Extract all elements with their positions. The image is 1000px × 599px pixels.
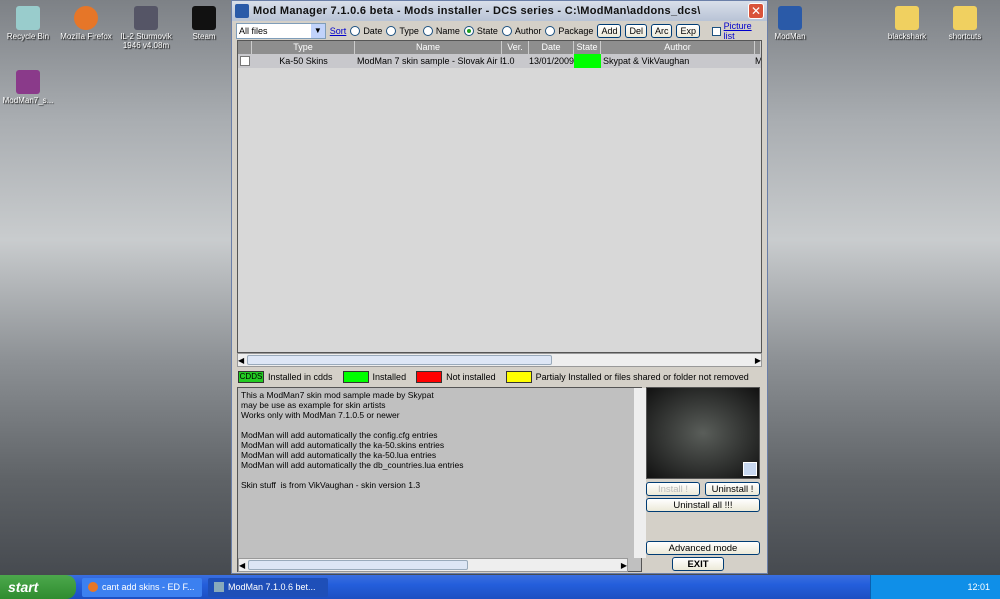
enlarge-icon[interactable] — [743, 462, 757, 476]
modman-icon — [214, 582, 224, 592]
legend-label: Not installed — [446, 372, 496, 382]
uninstall-all-button[interactable]: Uninstall all !!! — [646, 498, 760, 512]
cell-extra: Mo — [755, 54, 761, 68]
radio-state[interactable]: State — [463, 26, 498, 36]
toolbar: All files ▼ Sort Date Type Name State Aut… — [236, 21, 763, 41]
add-button[interactable]: Add — [597, 24, 622, 38]
legend-label: Installed in cdds — [268, 372, 333, 382]
row-checkbox[interactable] — [240, 56, 250, 66]
legend-swatch-cdds: CDDS — [238, 371, 264, 383]
mod-manager-window: Mod Manager 7.1.0.6 beta - Mods installe… — [231, 0, 768, 574]
radio-date[interactable]: Date — [350, 26, 382, 36]
col-name[interactable]: Name — [355, 41, 502, 54]
table-header: Type Name Ver. Date State Author — [238, 41, 761, 54]
folder-icon — [895, 6, 919, 30]
firefox-icon — [74, 6, 98, 30]
firefox-icon — [88, 582, 98, 592]
install-button[interactable]: Install ! — [646, 482, 700, 496]
modman-icon — [778, 6, 802, 30]
folder-icon — [953, 6, 977, 30]
close-button[interactable]: ✕ — [748, 3, 764, 19]
uninstall-button[interactable]: Uninstall ! — [705, 482, 760, 496]
exit-button[interactable]: EXIT — [672, 557, 724, 571]
radio-type[interactable]: Type — [386, 26, 419, 36]
mods-table: Type Name Ver. Date State Author Ka-50 S… — [237, 40, 762, 353]
description-text: This a ModMan7 skin mod sample made by S… — [241, 390, 464, 490]
filter-select[interactable]: All files ▼ — [236, 23, 326, 39]
taskbar-item-firefox[interactable]: cant add skins - ED F... — [82, 577, 202, 597]
desktop-icon-blackshark[interactable]: blackshark — [874, 2, 940, 41]
legend-swatch-partial — [505, 371, 532, 383]
radio-name[interactable]: Name — [422, 26, 460, 36]
recycle-bin-icon — [16, 6, 40, 30]
system-tray: 12:01 — [870, 575, 1000, 599]
description-horizontal-scrollbar[interactable]: ◀ ▶ — [238, 558, 628, 572]
desktop-icon-steam[interactable]: Steam — [171, 2, 237, 41]
clock[interactable]: 12:01 — [967, 582, 990, 592]
desktop-icon-il2[interactable]: IL-2 Sturmovik 1946 v4.08m — [113, 2, 179, 50]
legend-label: Partialy Installed or files shared or fo… — [535, 372, 749, 382]
window-title: Mod Manager 7.1.0.6 beta - Mods installe… — [253, 5, 701, 17]
advanced-mode-button[interactable]: Advanced mode — [646, 541, 760, 555]
desktop-icon-modman-archive[interactable]: ModMan7_s... — [0, 66, 61, 105]
radio-author[interactable]: Author — [501, 26, 541, 36]
radio-package[interactable]: Package — [545, 26, 593, 36]
mod-preview-image[interactable] — [646, 387, 760, 479]
picture-list-checkbox[interactable]: Picture list — [711, 21, 763, 41]
il2-icon — [134, 6, 158, 30]
filter-value: All files — [239, 26, 268, 36]
steam-icon — [192, 6, 216, 30]
taskbar: start cant add skins - ED F... ModMan 7.… — [0, 575, 1000, 599]
archive-icon — [16, 70, 40, 94]
cell-ver: 1.0 — [502, 56, 515, 66]
description-textarea[interactable]: This a ModMan7 skin mod sample made by S… — [237, 387, 646, 572]
col-state[interactable]: State — [574, 41, 601, 54]
title-bar[interactable]: Mod Manager 7.1.0.6 beta - Mods installe… — [232, 1, 767, 21]
start-button[interactable]: start — [0, 575, 76, 599]
exp-button[interactable]: Exp — [676, 24, 700, 38]
legend-swatch-not-installed — [416, 371, 443, 383]
picture-list-label: Picture list — [723, 21, 752, 41]
desktop-icon-recycle-bin[interactable]: Recycle Bin — [0, 2, 61, 41]
col-ver[interactable]: Ver. — [502, 41, 529, 54]
arc-button[interactable]: Arc — [650, 24, 673, 38]
state-legend: CDDS Installed in cdds Installed Not inst… — [238, 371, 749, 383]
table-row[interactable]: Ka-50 Skins ModMan 7 skin sample - Slova… — [238, 54, 761, 68]
desktop-icon-shortcuts[interactable]: shortcuts — [932, 2, 998, 41]
desktop-icon-firefox[interactable]: Mozilla Firefox — [53, 2, 119, 41]
cell-author: Skypat & VikVaughan — [603, 56, 690, 66]
app-icon — [235, 4, 249, 18]
col-author[interactable]: Author — [601, 41, 755, 54]
description-vertical-scrollbar[interactable] — [634, 388, 646, 558]
cell-name: ModMan 7 skin sample - Slovak Air Forc — [357, 56, 502, 66]
cell-date: 13/01/2009 — [529, 56, 574, 66]
del-button[interactable]: Del — [625, 24, 647, 38]
chevron-down-icon: ▼ — [310, 24, 325, 38]
legend-swatch-installed — [342, 371, 369, 383]
taskbar-item-modman[interactable]: ModMan 7.1.0.6 bet... — [208, 577, 328, 597]
col-date[interactable]: Date — [529, 41, 574, 54]
col-type[interactable]: Type — [252, 41, 355, 54]
sort-link[interactable]: Sort — [330, 26, 347, 36]
cell-state — [574, 54, 601, 68]
table-horizontal-scrollbar[interactable]: ◀ ▶ — [237, 353, 762, 367]
legend-label: Installed — [372, 372, 407, 382]
cell-type: Ka-50 Skins — [279, 56, 328, 66]
